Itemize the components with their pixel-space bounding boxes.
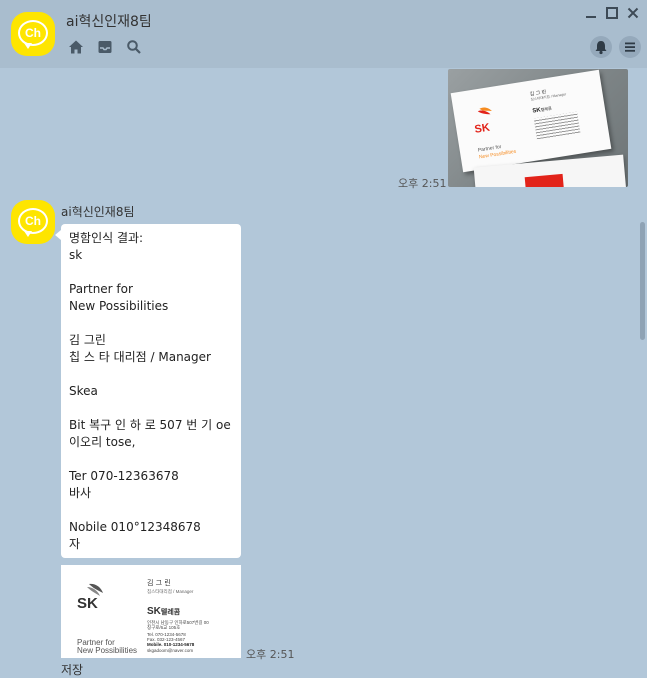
thumb-tagline-2: New Possibilities	[77, 646, 138, 655]
minimize-icon[interactable]	[584, 6, 598, 20]
ocr-line: New Possibilities	[69, 299, 169, 313]
ocr-result-text: 명함인식 결과: sk Partner for New Possibilities 김 …	[69, 230, 233, 553]
ocr-line: 바사	[69, 486, 92, 500]
photo-brand: SK	[473, 121, 491, 136]
chat-header: Ch ai혁신인재8팀	[0, 0, 647, 68]
ocr-line	[69, 502, 233, 519]
room-avatar[interactable]: Ch	[11, 12, 55, 56]
ocr-line: 칩 스 타 대리점 / Manager	[69, 350, 211, 364]
menu-icon	[625, 42, 635, 52]
ocr-line: 김 그린	[69, 333, 106, 347]
chat-bubble-logo-icon: Ch	[18, 208, 48, 237]
received-card-image[interactable]: SK Partner for New Possibilities 김 그 린 칩…	[61, 565, 241, 658]
ocr-line	[69, 315, 233, 332]
ocr-line: Ter 070-12363678	[69, 469, 179, 483]
notification-button[interactable]	[590, 36, 612, 58]
thumb-address-2: 칭구로/6교 105호	[147, 625, 181, 630]
thumb-title: 칩스타대리점 / Manager	[147, 589, 194, 594]
photo-brand-line: SK텔레콤	[532, 105, 553, 115]
chat-scrollbar[interactable]	[640, 222, 645, 340]
maximize-icon[interactable]	[605, 6, 619, 20]
sent-image-time: 오후 2:51	[398, 177, 447, 190]
ocr-line	[69, 366, 233, 383]
bell-icon	[595, 41, 607, 55]
ocr-result-bubble[interactable]: 명함인식 결과: sk Partner for New Possibilities 김 …	[55, 224, 241, 558]
ocr-line: sk	[69, 248, 83, 262]
ocr-line: Bit 복구 인 하 로 507 번 기 oe	[69, 418, 231, 432]
sent-card-photo[interactable]: SK 김 그 린 칭스타대리점 / Manager SK텔레콤 Partner …	[448, 69, 628, 187]
ocr-line: Nobile 010°12348678	[69, 520, 201, 534]
thumb-email: skgadoom@naver.com	[147, 648, 194, 653]
ocr-line: Partner for	[69, 282, 133, 296]
save-link[interactable]: 저장	[61, 661, 83, 678]
photo-detail-lines	[533, 111, 581, 141]
received-message-time: 오후 2:51	[246, 648, 295, 661]
ocr-line	[69, 264, 233, 281]
inbox-icon[interactable]	[97, 39, 113, 55]
home-icon[interactable]	[68, 39, 84, 55]
thumb-brand-line: SK텔레콤	[147, 606, 181, 617]
close-icon[interactable]	[626, 6, 640, 20]
chat-bubble-logo-icon: Ch	[18, 20, 48, 49]
thumb-brand: SK	[77, 595, 98, 612]
menu-button[interactable]	[619, 36, 641, 58]
sender-name: ai혁신인재8팀	[61, 205, 135, 219]
search-icon[interactable]	[126, 39, 142, 55]
ocr-line	[69, 451, 233, 468]
ocr-line: 명함인식 결과:	[69, 231, 144, 245]
thumb-mobile: Mobile. 010-1234-5678	[147, 642, 195, 647]
room-title[interactable]: ai혁신인재8팀	[66, 11, 152, 31]
thumb-name: 김 그 린	[147, 579, 171, 587]
ocr-line: 자	[69, 537, 81, 551]
photo-card-back-logo	[524, 173, 564, 187]
sender-avatar[interactable]: Ch	[11, 200, 55, 244]
ocr-line: Skea	[69, 384, 98, 398]
ocr-line: 이오리 tose,	[69, 435, 136, 449]
ocr-line	[69, 400, 233, 417]
